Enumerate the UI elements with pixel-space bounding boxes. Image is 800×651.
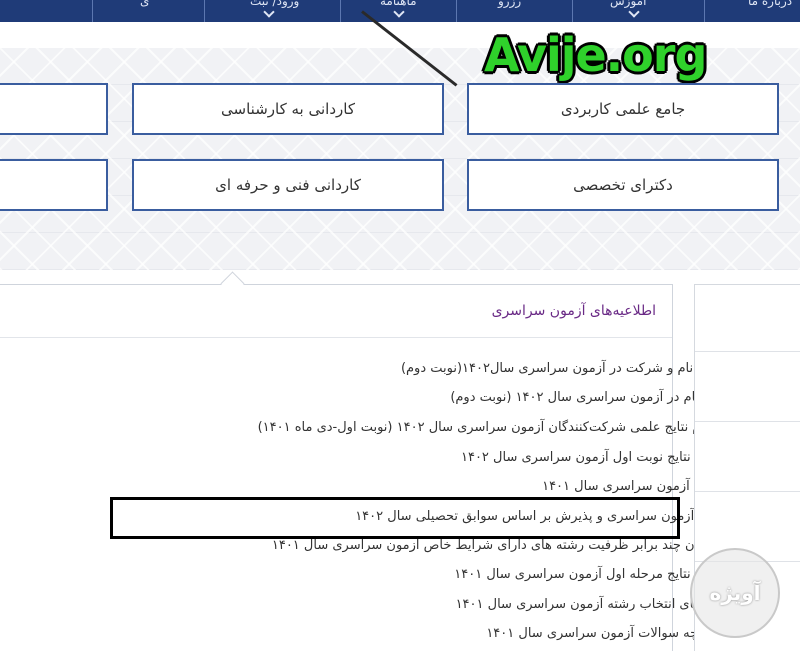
announcement-link[interactable]: معرفی شدگان چند برابر ظرفیت رشته های دار… bbox=[272, 538, 764, 553]
category-button-partial[interactable] bbox=[0, 83, 108, 135]
nav-divider bbox=[456, 0, 457, 22]
category-button-associate-to-bachelor[interactable]: کاردانی به کارشناسی bbox=[132, 83, 444, 135]
category-button-phd[interactable]: دکترای تخصصی bbox=[467, 159, 779, 211]
nav-divider bbox=[572, 0, 573, 22]
category-button-partial-2[interactable]: کا bbox=[0, 159, 108, 211]
side-divider bbox=[695, 491, 800, 492]
panel-divider bbox=[0, 337, 672, 338]
nav-tab-6[interactable]: درباره ما bbox=[748, 0, 792, 8]
category-button-applied-science[interactable]: جامع علمی کاربردی bbox=[467, 83, 779, 135]
watermark-text: آویژه bbox=[709, 581, 761, 605]
announcements-panel: اطلاعیه‌های آزمون سراسری bbox=[0, 284, 673, 651]
nav-divider bbox=[704, 0, 705, 22]
announcement-link[interactable]: اطلاعیه اعلام نتایج علمی شرکت‌کنندگان آز… bbox=[258, 420, 764, 435]
nav-tab-2[interactable]: ورود/ ثبت bbox=[250, 0, 299, 8]
nav-divider bbox=[340, 0, 341, 22]
nav-tab-4[interactable]: رزرو bbox=[498, 0, 521, 8]
chevron-down-icon[interactable] bbox=[628, 6, 640, 18]
top-navigation-bar: ی ورود/ ثبت ماهنامه رزرو آموزش درباره ما bbox=[0, 0, 800, 22]
chevron-down-icon[interactable] bbox=[393, 6, 405, 18]
avije-watermark-logo: Avije.org bbox=[484, 28, 707, 82]
side-divider bbox=[695, 351, 800, 352]
highlight-box bbox=[110, 497, 680, 539]
nav-tab-1[interactable]: ی bbox=[140, 0, 149, 8]
category-button-technical-vocational[interactable]: کاردانی فنی و حرفه ای bbox=[132, 159, 444, 211]
panel-title: اطلاعیه‌های آزمون سراسری bbox=[491, 303, 656, 319]
side-divider bbox=[695, 421, 800, 422]
nav-divider bbox=[92, 0, 93, 22]
nav-tab-5[interactable]: آموزش bbox=[610, 0, 646, 8]
chevron-down-icon[interactable] bbox=[263, 6, 275, 18]
aviژه-watermark-badge: آویژه bbox=[690, 548, 780, 638]
nav-divider bbox=[204, 0, 205, 22]
